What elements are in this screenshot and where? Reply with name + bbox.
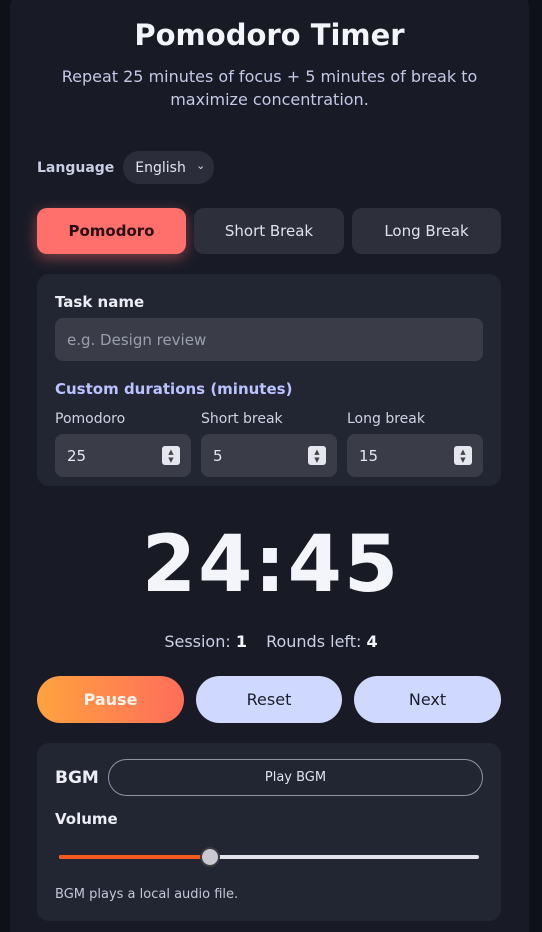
rounds-left-count: 4 xyxy=(366,632,378,651)
settings-panel: Task name e.g. Design review Custom dura… xyxy=(37,274,501,486)
short-break-duration-label: Short break xyxy=(201,411,283,427)
volume-slider[interactable] xyxy=(59,847,479,867)
task-name-input[interactable]: e.g. Design review xyxy=(55,318,483,361)
language-select[interactable]: English ⌄ xyxy=(123,151,215,184)
language-selected-value: English xyxy=(135,159,186,176)
page-subtitle: Repeat 25 minutes of focus + 5 minutes o… xyxy=(61,67,478,109)
pause-button-label: Pause xyxy=(83,690,138,709)
play-bgm-button[interactable]: Play BGM xyxy=(108,759,483,796)
pomodoro-duration-input[interactable]: 25 ▲ ▼ xyxy=(55,434,191,477)
long-break-duration-value: 15 xyxy=(359,446,379,465)
mode-tab-short-break[interactable]: Short Break xyxy=(194,208,344,254)
mode-tab-label: Short Break xyxy=(224,222,314,240)
mode-tab-label: Pomodoro xyxy=(68,222,155,240)
short-break-duration-value: 5 xyxy=(213,446,223,465)
language-row: Language English ⌄ xyxy=(37,151,215,184)
session-status: Session: 1 Rounds left: 4 xyxy=(0,632,542,651)
long-break-duration-label: Long break xyxy=(347,411,425,427)
next-button[interactable]: Next xyxy=(354,676,501,723)
play-bgm-label: Play BGM xyxy=(264,770,327,785)
timer-display: 24:45 xyxy=(141,520,401,610)
session-label: Session: xyxy=(164,632,231,651)
pomodoro-duration-label: Pomodoro xyxy=(55,411,126,427)
volume-slider-fill xyxy=(59,855,211,859)
mode-tab-long-break[interactable]: Long Break xyxy=(352,208,501,254)
bgm-title: BGM xyxy=(55,768,99,788)
next-button-label: Next xyxy=(408,690,447,709)
number-spinner-icon[interactable]: ▲ ▼ xyxy=(308,446,326,465)
pause-button[interactable]: Pause xyxy=(37,676,184,723)
custom-durations-title: Custom durations (minutes) xyxy=(55,380,293,398)
reset-button-label: Reset xyxy=(246,690,292,709)
mode-tab-pomodoro[interactable]: Pomodoro xyxy=(37,208,186,254)
bgm-note: BGM plays a local audio file. xyxy=(55,887,239,902)
number-spinner-icon[interactable]: ▲ ▼ xyxy=(454,446,472,465)
task-name-placeholder: e.g. Design review xyxy=(67,330,207,349)
mode-tab-label: Long Break xyxy=(384,222,469,240)
session-count: 1 xyxy=(235,632,247,651)
bgm-panel: BGM Play BGM Volume BGM plays a local au… xyxy=(37,743,501,921)
volume-slider-thumb[interactable] xyxy=(200,847,221,867)
rounds-left-label: Rounds left: xyxy=(266,632,362,651)
pomodoro-duration-value: 25 xyxy=(67,446,87,465)
long-break-duration-input[interactable]: 15 ▲ ▼ xyxy=(347,434,483,477)
page-title: Pomodoro Timer xyxy=(134,18,405,52)
number-spinner-icon[interactable]: ▲ ▼ xyxy=(162,446,180,465)
volume-label: Volume xyxy=(55,810,118,828)
language-label: Language xyxy=(37,159,115,176)
short-break-duration-input[interactable]: 5 ▲ ▼ xyxy=(201,434,337,477)
task-name-label: Task name xyxy=(55,293,145,311)
reset-button[interactable]: Reset xyxy=(196,676,342,723)
chevron-down-icon: ⌄ xyxy=(196,159,206,172)
